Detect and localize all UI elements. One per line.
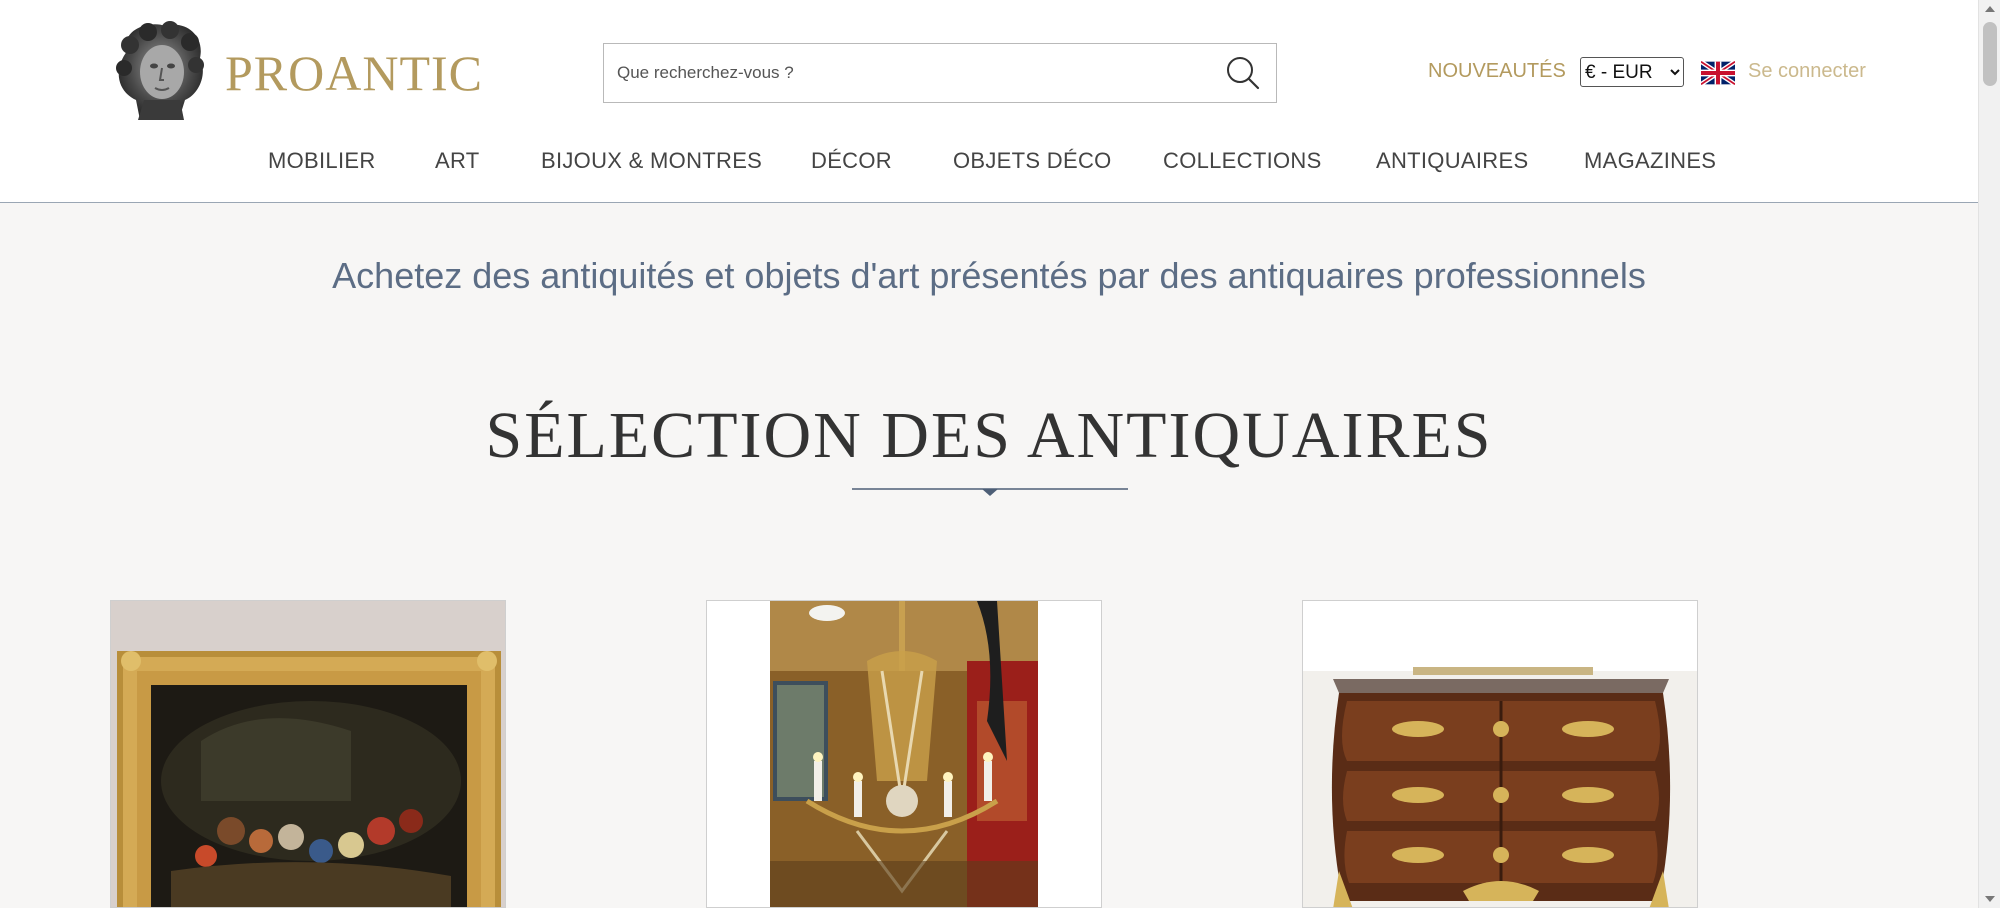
search-icon[interactable] <box>1224 54 1262 92</box>
login-link[interactable]: Se connecter <box>1748 60 1866 83</box>
nav-item-art[interactable]: ART <box>435 148 480 174</box>
product-card-chandelier[interactable] <box>706 600 1102 908</box>
nouveautes-link[interactable]: NOUVEAUTÉS <box>1428 60 1566 83</box>
brand-logo-text[interactable]: PROANTIC <box>225 44 483 102</box>
product-card-painting[interactable] <box>110 600 506 908</box>
commode-image <box>1303 601 1697 907</box>
search-bar <box>603 43 1277 103</box>
scroll-down-arrow-icon[interactable] <box>1985 896 1995 902</box>
painting-image <box>111 601 505 907</box>
chandelier-image <box>707 601 1101 907</box>
uk-flag-icon[interactable] <box>1701 61 1735 85</box>
nav-item-collections[interactable]: COLLECTIONS <box>1163 148 1322 174</box>
product-card-commode[interactable] <box>1302 600 1698 908</box>
divider-diamond-icon <box>852 488 1128 496</box>
nav-item-bijoux-montres[interactable]: BIJOUX & MONTRES <box>541 148 762 174</box>
scrollbar-thumb[interactable] <box>1983 22 1997 86</box>
search-input[interactable] <box>604 44 1204 102</box>
logo-bust-icon[interactable] <box>110 20 208 122</box>
nav-item-mobilier[interactable]: MOBILIER <box>268 148 376 174</box>
nav-item-magazines[interactable]: MAGAZINES <box>1584 148 1716 174</box>
page-scrollbar[interactable] <box>1978 0 2000 908</box>
currency-select[interactable]: € - EUR <box>1580 57 1684 87</box>
section-title: SÉLECTION DES ANTIQUAIRES <box>485 399 1493 472</box>
site-header: PROANTIC NOUVEAUTÉS € - EUR Se connecter… <box>0 0 1978 203</box>
page-tagline: Achetez des antiquités et objets d'art p… <box>332 255 1646 296</box>
nav-item-antiquaires[interactable]: ANTIQUAIRES <box>1376 148 1528 174</box>
nav-item-decor[interactable]: DÉCOR <box>811 148 892 174</box>
main-nav: MOBILIER ART BIJOUX & MONTRES DÉCOR OBJE… <box>0 148 1978 178</box>
nav-item-objets-deco[interactable]: OBJETS DÉCO <box>953 148 1112 174</box>
scroll-up-arrow-icon[interactable] <box>1985 6 1995 12</box>
